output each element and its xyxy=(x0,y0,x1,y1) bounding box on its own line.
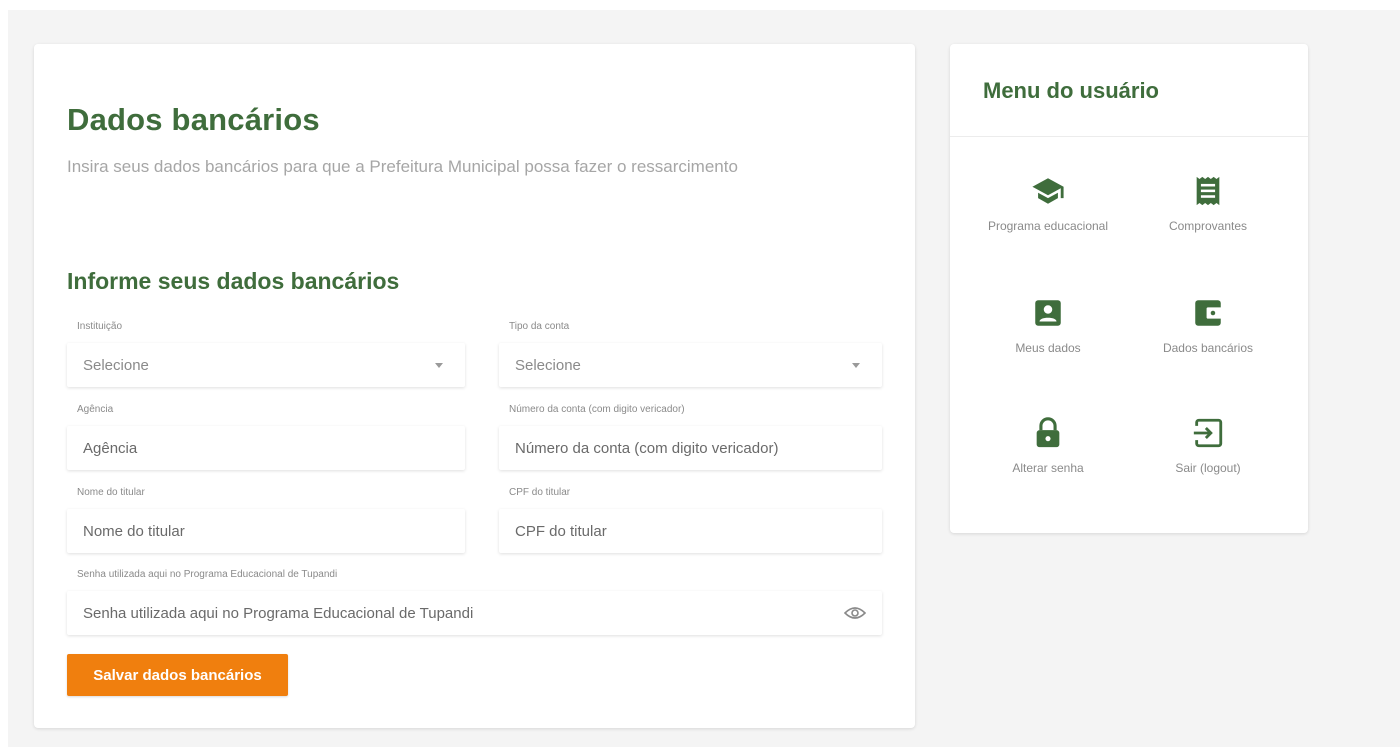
account-number-input[interactable] xyxy=(515,439,866,457)
receipt-icon xyxy=(1196,176,1220,206)
menu-item-label: Dados bancários xyxy=(1162,341,1254,355)
menu-item-comprovantes[interactable]: Comprovantes xyxy=(1138,174,1278,234)
menu-item-dados-bancarios[interactable]: Dados bancários xyxy=(1138,296,1278,356)
graduation-cap-icon xyxy=(1032,178,1064,204)
menu-item-label: Meus dados xyxy=(1015,341,1081,355)
password-field: Senha utilizada aqui no Programa Educaci… xyxy=(67,569,882,635)
menu-item-label: Alterar senha xyxy=(1012,461,1084,475)
lock-icon xyxy=(1036,417,1060,448)
account-number-input-box xyxy=(499,426,882,470)
holder-name-input[interactable] xyxy=(83,522,449,540)
account-type-select-value: Selecione xyxy=(515,356,581,374)
account-type-label: Tipo da conta xyxy=(509,321,570,332)
menu-item-label: Sair (logout) xyxy=(1175,461,1241,475)
user-menu-card: Menu do usuário Programa educacional Com… xyxy=(950,44,1308,533)
logout-icon xyxy=(1193,418,1223,448)
agency-label: Agência xyxy=(77,404,114,415)
institution-select[interactable]: Selecione xyxy=(67,343,465,387)
save-bank-data-button[interactable]: Salvar dados bancários xyxy=(67,654,288,696)
page-title: Dados bancários xyxy=(67,102,320,137)
section-title: Informe seus dados bancários xyxy=(67,268,400,294)
page-subtitle: Insira seus dados bancários para que a P… xyxy=(67,157,738,176)
institution-field: Instituição Selecione xyxy=(67,321,465,387)
institution-label: Instituição xyxy=(77,321,123,332)
chevron-down-icon xyxy=(435,362,443,368)
account-type-field: Tipo da conta Selecione xyxy=(499,321,882,387)
account-box-icon xyxy=(1035,300,1061,326)
chevron-down-icon xyxy=(852,362,860,368)
menu-item-programa-educacional[interactable]: Programa educacional xyxy=(978,174,1118,234)
holder-name-input-box xyxy=(67,509,465,553)
bank-data-card: Dados bancários Insira seus dados bancár… xyxy=(34,44,915,728)
password-input[interactable] xyxy=(83,604,844,622)
account-number-field: Número da conta (com digito vericador) xyxy=(499,404,882,470)
holder-cpf-label: CPF do titular xyxy=(509,487,571,498)
account-type-select[interactable]: Selecione xyxy=(499,343,882,387)
institution-select-value: Selecione xyxy=(83,356,149,374)
holder-cpf-field: CPF do titular xyxy=(499,487,882,553)
holder-cpf-input-box xyxy=(499,509,882,553)
account-number-label: Número da conta (com digito vericador) xyxy=(509,404,685,415)
holder-name-field: Nome do titular xyxy=(67,487,465,553)
password-input-box xyxy=(67,591,882,635)
page-background: Dados bancários Insira seus dados bancár… xyxy=(8,10,1400,747)
eye-icon[interactable] xyxy=(844,602,866,624)
agency-field: Agência xyxy=(67,404,465,470)
password-label: Senha utilizada aqui no Programa Educaci… xyxy=(77,569,338,580)
menu-item-label: Comprovantes xyxy=(1168,219,1248,233)
agency-input-box xyxy=(67,426,465,470)
holder-name-label: Nome do titular xyxy=(77,487,145,498)
agency-input[interactable] xyxy=(83,439,449,457)
menu-title: Menu do usuário xyxy=(983,78,1159,103)
holder-cpf-input[interactable] xyxy=(515,522,866,540)
menu-divider xyxy=(950,136,1308,137)
menu-item-label: Programa educacional xyxy=(987,219,1109,233)
menu-item-sair[interactable]: Sair (logout) xyxy=(1138,416,1278,476)
menu-item-meus-dados[interactable]: Meus dados xyxy=(978,296,1118,356)
menu-item-alterar-senha[interactable]: Alterar senha xyxy=(978,416,1118,476)
wallet-icon xyxy=(1195,300,1223,326)
